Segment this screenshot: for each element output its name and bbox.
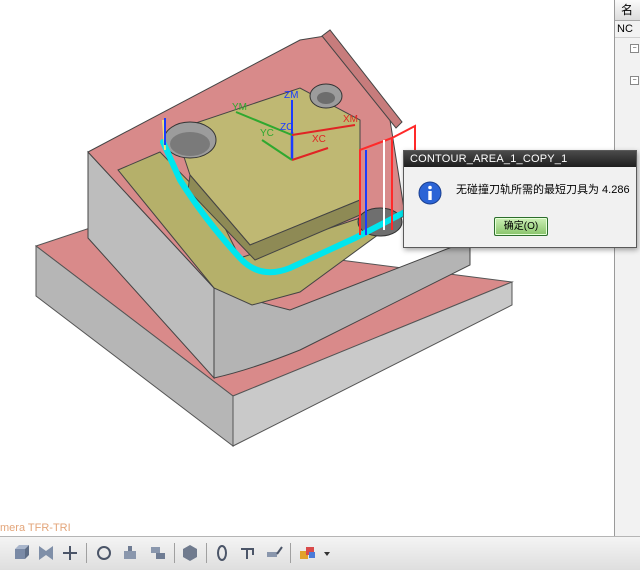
axis-label-yc: YC [260,128,274,139]
chevron-down-icon[interactable] [322,543,332,563]
tree-expand-icon[interactable]: − [630,44,639,53]
rotate-icon[interactable] [94,543,114,563]
axis-label-xc: XC [312,134,326,145]
hole-left-inner [170,132,210,156]
info-icon [418,181,442,205]
link-icon[interactable] [238,543,258,563]
camera-view-label: mera TFR-TRI [0,522,71,534]
shade-icon[interactable] [36,543,56,563]
view-cube-icon[interactable] [12,543,32,563]
axis-label-zc: ZC [280,122,293,133]
bottom-toolbar [0,536,640,570]
toolbar-separator [86,543,87,563]
dialog-title: CONTOUR_AREA_1_COPY_1 [404,151,636,167]
dialog-message: 无碰撞刀轨所需的最短刀具为 4.286 [456,184,630,196]
graphics-viewport[interactable]: YM YC ZM ZC XC XM mera TFR-TRI [0,0,614,536]
info-dialog: CONTOUR_AREA_1_COPY_1 无碰撞刀轨所需的最短刀具为 4.28… [403,150,637,248]
panel-header[interactable]: 名 [615,0,640,21]
fit-icon[interactable] [60,543,80,563]
toolbar-separator [290,543,291,563]
toolbar-separator [206,543,207,563]
pan-icon[interactable] [120,543,140,563]
panel-row[interactable]: NC [615,21,640,38]
toolpath-retract-2 [391,124,416,150]
layer-icon[interactable] [148,543,168,563]
render-icon[interactable] [180,543,200,563]
axis-label-xm: XM [343,114,358,125]
navigator-panel[interactable]: 名 NC − − [614,0,640,536]
axis-label-ym: YM [232,102,247,113]
ok-button[interactable]: 确定(O) [494,217,548,236]
color-icon[interactable] [298,543,318,563]
drill-icon[interactable] [264,543,284,563]
hole-icon[interactable] [212,543,232,563]
part-model-view: YM YC ZM ZC XC XM [34,29,514,448]
toolbar-separator [174,543,175,563]
axis-label-zm: ZM [284,90,298,101]
tree-expand-icon[interactable]: − [630,76,639,85]
hole-right-inner [317,92,335,104]
